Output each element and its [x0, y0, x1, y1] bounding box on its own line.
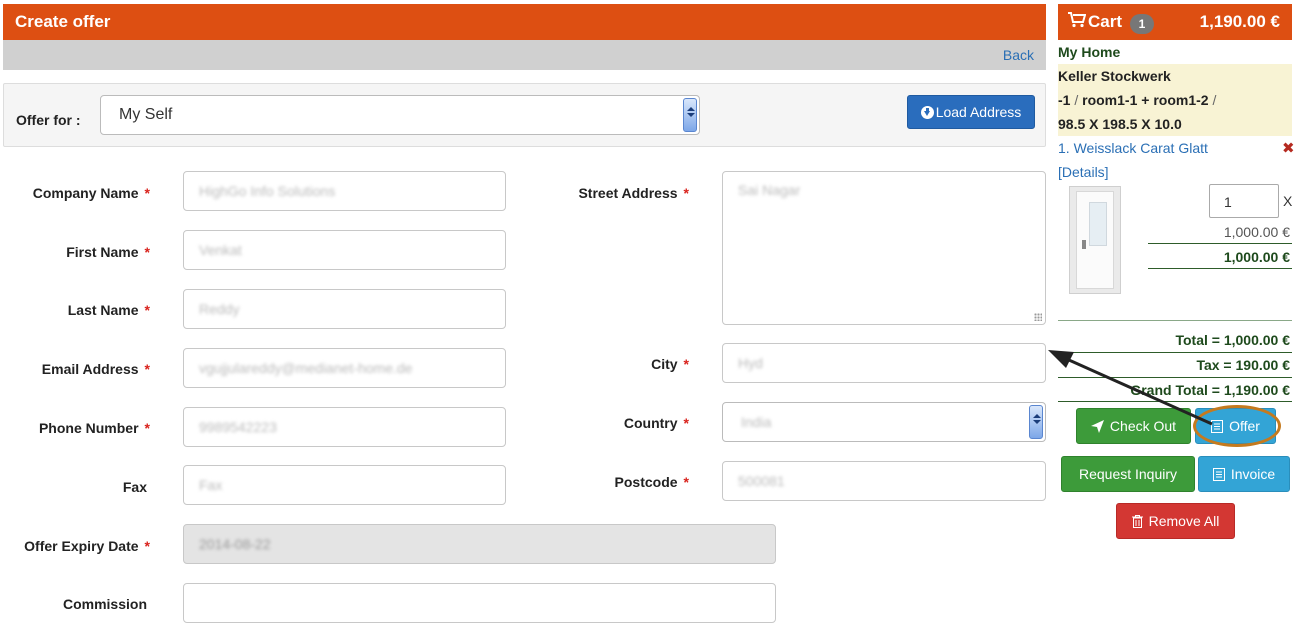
quantity-input[interactable]: 1	[1209, 184, 1279, 218]
request-inquiry-button[interactable]: Request Inquiry	[1061, 456, 1195, 492]
download-icon	[920, 106, 934, 119]
expiry-date-input[interactable]: 2014-08-22	[183, 524, 776, 564]
postcode-input[interactable]: 500081	[722, 461, 1046, 501]
load-address-button[interactable]: Load Address	[907, 95, 1035, 129]
details-link[interactable]: [Details]	[1058, 164, 1109, 180]
dimensions: 98.5 X 198.5 X 10.0	[1058, 116, 1182, 132]
commission-label: Commission	[62, 596, 147, 612]
product-link[interactable]: 1. Weisslack Carat Glatt	[1058, 140, 1208, 156]
location-box: Keller Stockwerk -1 / room1-1 + room1-2 …	[1058, 64, 1292, 136]
offer-for-selected: My Self	[119, 106, 173, 123]
page-title: Create offer	[15, 12, 111, 31]
offer-for-label: Offer for :	[16, 112, 81, 128]
phone-label: Phone Number *	[38, 420, 150, 436]
list-icon	[1212, 467, 1225, 481]
select-arrow-icon[interactable]	[683, 98, 697, 132]
email-input[interactable]: vgujjulareddy@medianet-home.de	[183, 348, 506, 388]
invoice-button[interactable]: Invoice	[1198, 456, 1290, 492]
floor-name: Keller Stockwerk	[1058, 68, 1171, 84]
product-image	[1069, 186, 1121, 294]
cart-label: Cart	[1088, 12, 1123, 31]
city-label: City *	[651, 356, 689, 372]
postcode-label: Postcode *	[614, 474, 689, 490]
country-label: Country *	[623, 415, 689, 431]
annotation-arrow-icon	[1048, 350, 1213, 426]
email-label: Email Address *	[41, 361, 150, 377]
street-address-textarea[interactable]: Sai Nagar	[722, 171, 1046, 325]
company-name-label: Company Name *	[32, 185, 150, 201]
load-address-label: Load Address	[935, 104, 1022, 120]
cart-header: Cart 1 1,190.00 €	[1058, 4, 1292, 40]
cart-count-badge: 1	[1130, 14, 1154, 34]
remove-all-button[interactable]: Remove All	[1116, 503, 1235, 539]
unit-price: 1,000.00 €	[1223, 224, 1290, 240]
fax-label: Fax	[122, 479, 147, 495]
back-link[interactable]: Back	[1003, 47, 1034, 63]
fax-input[interactable]: Fax	[183, 465, 506, 505]
trash-icon	[1131, 514, 1143, 528]
page-header: Create offer	[3, 4, 1046, 40]
cart-icon	[1068, 12, 1086, 28]
resize-grip-icon[interactable]	[1034, 313, 1042, 321]
city-input[interactable]: Hyd	[722, 343, 1046, 383]
offer-for-panel: Offer for : My Self Load Address	[3, 83, 1046, 147]
phone-input[interactable]: 9989542223	[183, 407, 506, 447]
commission-input[interactable]	[183, 583, 776, 623]
line-total: 1,000.00 €	[1223, 249, 1290, 265]
country-select[interactable]: India	[722, 402, 1046, 442]
last-name-label: Last Name *	[67, 302, 150, 318]
remove-item-icon[interactable]: ✖	[1282, 139, 1295, 157]
first-name-label: First Name *	[66, 244, 150, 260]
quantity-multiplier: X	[1283, 193, 1293, 209]
company-name-input[interactable]: HighGo Info Solutions	[183, 171, 506, 211]
rooms-line: -1 / room1-1 + room1-2 /	[1058, 92, 1217, 108]
first-name-input[interactable]: Venkat	[183, 230, 506, 270]
expiry-date-label: Offer Expiry Date *	[24, 538, 150, 554]
street-address-label: Street Address *	[578, 185, 689, 201]
offer-for-select[interactable]: My Self	[100, 95, 700, 135]
last-name-input[interactable]: Reddy	[183, 289, 506, 329]
back-bar: Back	[3, 40, 1046, 70]
home-name: My Home	[1058, 44, 1121, 60]
cart-total: 1,190.00 €	[1199, 12, 1280, 31]
